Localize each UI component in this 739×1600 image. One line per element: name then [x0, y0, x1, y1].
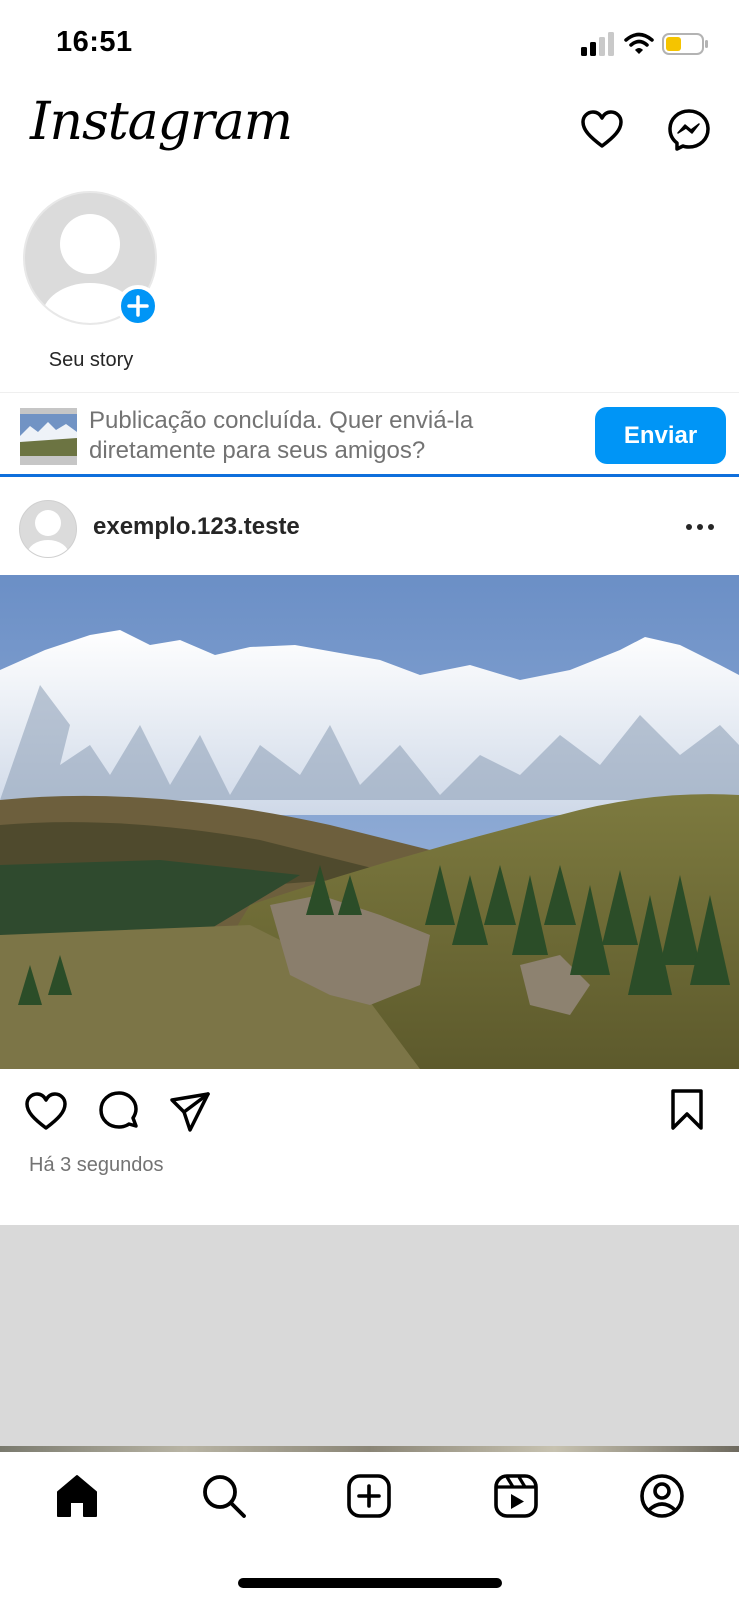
battery-icon [662, 33, 708, 55]
comment-icon[interactable] [97, 1090, 141, 1134]
upload-progress-bar [0, 474, 739, 477]
wifi-icon [624, 32, 654, 54]
home-icon[interactable] [53, 1472, 101, 1520]
post-author-avatar[interactable] [19, 500, 77, 558]
create-icon[interactable] [345, 1472, 393, 1520]
profile-icon[interactable] [638, 1472, 686, 1520]
more-options-icon[interactable] [684, 519, 716, 535]
add-story-button[interactable] [117, 285, 159, 327]
save-icon[interactable] [667, 1088, 707, 1132]
upload-message: Publicação concluída. Quer enviá-la dire… [89, 407, 474, 464]
home-indicator[interactable] [238, 1578, 502, 1588]
post-timestamp: Há 3 segundos [29, 1154, 164, 1176]
search-icon[interactable] [200, 1472, 248, 1520]
share-icon[interactable] [168, 1090, 212, 1134]
post-image[interactable] [0, 575, 739, 1069]
mountain-thumbnail [20, 408, 77, 465]
reels-icon[interactable] [492, 1472, 540, 1520]
like-icon[interactable] [24, 1090, 68, 1134]
send-button[interactable]: Enviar [595, 407, 726, 464]
plus-icon [127, 295, 149, 317]
heart-icon[interactable] [580, 108, 624, 152]
divider [0, 392, 739, 393]
story-label: Seu story [48, 349, 134, 371]
default-avatar-icon [27, 510, 69, 557]
messenger-icon[interactable] [667, 108, 711, 152]
post-username[interactable]: exemplo.123.teste [93, 513, 300, 541]
upload-thumbnail [20, 408, 77, 465]
next-post-placeholder [0, 1225, 739, 1450]
signal-icon [581, 32, 614, 56]
status-time: 16:51 [56, 26, 133, 58]
instagram-logo[interactable]: Instagram [30, 92, 293, 152]
